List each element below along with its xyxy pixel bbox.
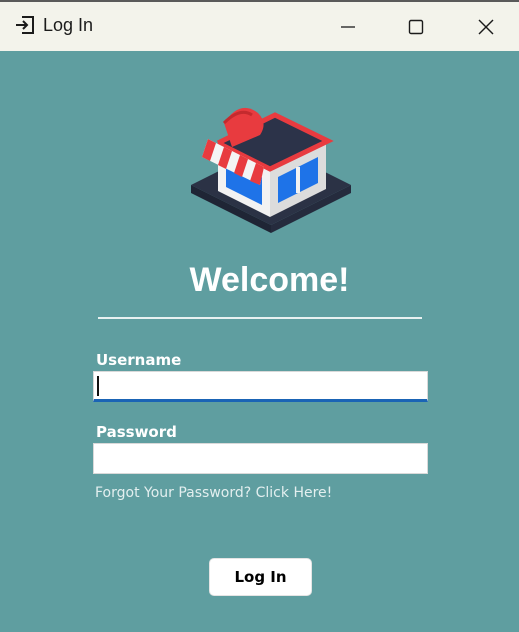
minimize-button[interactable] bbox=[313, 2, 383, 51]
maximize-icon bbox=[408, 19, 424, 34]
welcome-heading: Welcome! bbox=[189, 261, 350, 299]
close-button[interactable] bbox=[451, 2, 519, 51]
heading-divider bbox=[98, 317, 422, 319]
sign-in-icon bbox=[16, 16, 34, 34]
password-label: Password bbox=[96, 423, 177, 441]
text-caret bbox=[97, 376, 99, 396]
title-bar[interactable]: Log In bbox=[0, 0, 519, 51]
window-title: Log In bbox=[43, 15, 94, 35]
forgot-password-link[interactable]: Forgot Your Password? Click Here! bbox=[95, 485, 332, 501]
username-label: Username bbox=[96, 351, 182, 369]
login-content: Welcome! Username Password Forgot Your P… bbox=[0, 51, 519, 632]
storefront-icon bbox=[191, 107, 351, 233]
close-icon bbox=[478, 19, 494, 34]
login-button[interactable]: Log In bbox=[209, 558, 312, 596]
password-input[interactable] bbox=[93, 443, 428, 474]
maximize-button[interactable] bbox=[381, 2, 451, 51]
login-window: Log In Welcome! Username Password Forgot… bbox=[0, 0, 519, 632]
minimize-icon bbox=[341, 25, 355, 28]
username-input[interactable] bbox=[93, 371, 428, 402]
